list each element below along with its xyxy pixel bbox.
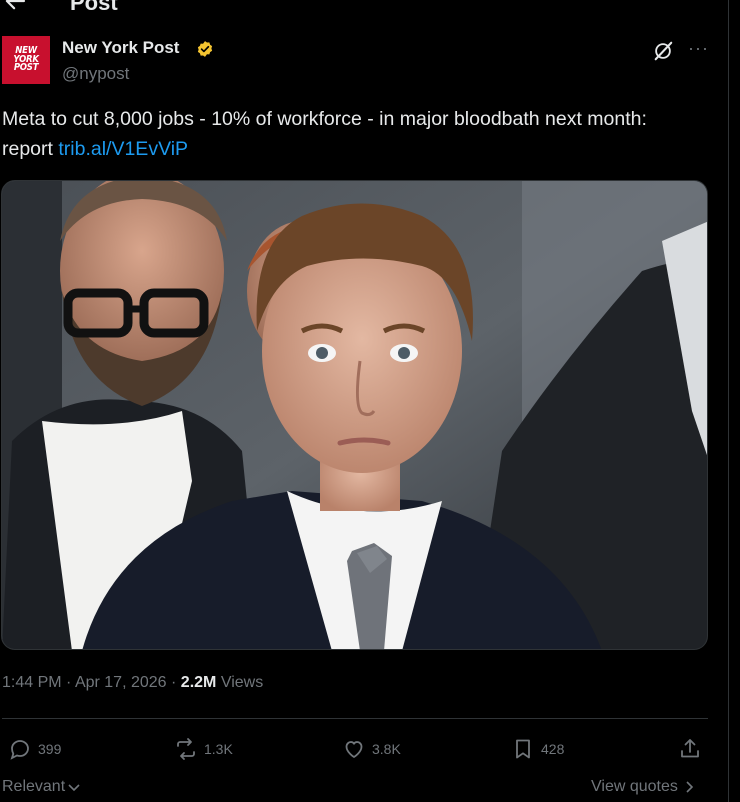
meta-separator: · [66,674,75,691]
chevron-down-icon [68,784,80,792]
views-label: Views [220,674,264,691]
reply-count: 399 [38,741,62,757]
post-date[interactable]: Apr 17, 2026 [75,674,167,691]
top-bar: Post [0,0,728,16]
grok-icon[interactable] [652,40,674,62]
share-button[interactable] [678,736,702,762]
sort-label: Relevant [2,778,66,795]
meta-separator: · [171,674,181,691]
post-metadata: 1:44 PM · Apr 17, 2026 · 2.2M Views [2,674,263,692]
author-display-name[interactable]: New York Post [62,38,179,58]
divider [2,718,708,719]
views-count: 2.2M [180,674,217,691]
verified-badge-icon [197,41,213,57]
like-button[interactable]: 3.8K [342,736,401,762]
repost-button[interactable]: 1.3K [174,736,233,762]
bookmark-count: 428 [541,741,565,757]
news-photo-icon [2,181,707,649]
view-quotes-link[interactable]: View quotes [591,778,694,796]
column-border [728,0,729,802]
post-image[interactable] [1,180,708,650]
reply-button[interactable]: 399 [8,736,61,762]
back-arrow-icon[interactable] [4,0,26,10]
post-link[interactable]: trib.al/V1EvViP [58,138,188,160]
repost-icon [177,738,195,760]
share-icon [681,739,699,758]
reply-icon [10,740,29,760]
avatar[interactable]: NEW YORK POST [2,36,50,84]
repost-count: 1.3K [204,741,233,757]
post-text: Meta to cut 8,000 jobs - 10% of workforc… [2,104,702,164]
heart-icon [345,741,363,758]
avatar-logo-text: NEW YORK POST [13,45,39,74]
chevron-right-icon [686,781,694,793]
view-quotes-label: View quotes [591,778,678,795]
more-options-icon[interactable]: ··· [688,38,709,59]
author-handle[interactable]: @nypost [62,64,129,84]
sort-replies-dropdown[interactable]: Relevant [2,778,81,796]
bookmark-icon [516,739,530,759]
bookmark-button[interactable]: 428 [511,736,564,762]
like-count: 3.8K [372,741,401,757]
page-title: Post [70,0,118,15]
post-time[interactable]: 1:44 PM [2,674,62,691]
